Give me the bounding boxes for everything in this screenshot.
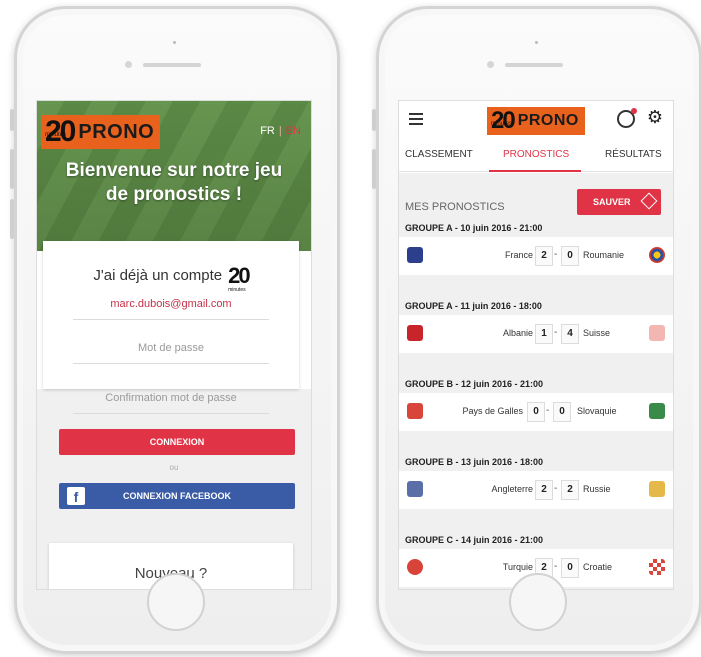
tab-pronostics[interactable]: PRONOSTICS: [503, 149, 569, 160]
mini-brand-logo: 20 minutes: [228, 263, 251, 293]
predictions-list: MES PRONOSTICS SAUVER GROUPE A - 10 juin…: [399, 173, 673, 589]
or-separator: ou: [169, 463, 179, 472]
home-button: [509, 573, 567, 631]
save-button-label: SAUVER: [593, 197, 631, 207]
away-team: Croatie: [583, 562, 613, 572]
login-card-title-text: J'ai déjà un compte: [93, 266, 223, 284]
away-score-input[interactable]: 0: [561, 558, 579, 578]
login-button[interactable]: CONNEXION: [59, 429, 295, 455]
croatia-flag-icon: [649, 559, 665, 575]
facebook-button-label: CONNEXION FACEBOOK: [122, 491, 231, 501]
match-row: Pays de Galles 0 - 0 Slovaquie: [399, 393, 673, 431]
romania-flag-icon: [649, 247, 665, 263]
switzerland-flag-icon: [649, 325, 665, 341]
volume-up-button: [372, 149, 376, 189]
away-team: Roumanie: [583, 250, 625, 260]
password-field[interactable]: Mot de passe: [73, 333, 269, 364]
home-team: Turquie: [502, 562, 533, 572]
match-group-header: GROUPE B - 13 juin 2016 - 18:00: [405, 457, 544, 467]
england-flag-icon: [407, 481, 423, 497]
brand-logo: 20 minutes PRONO: [41, 115, 161, 149]
welcome-heading: Bienvenue sur notre jeu de pronostics !: [65, 160, 283, 205]
predictions-screen: 20 minutes PRONO ⚙ CLASSEMENT PRONOSTICS …: [399, 101, 673, 589]
home-team: Albanie: [502, 328, 533, 338]
tab-bar: CLASSEMENT PRONOSTICS RÉSULTATS: [399, 141, 673, 172]
brand-logo: 20 minutes PRONO: [487, 107, 585, 135]
notification-badge: [631, 108, 637, 114]
away-team: Slovaquie: [577, 406, 617, 416]
logo-prono: PRONO: [517, 112, 579, 129]
front-camera: [535, 41, 538, 44]
email-field[interactable]: marc.dubois@gmail.com: [73, 289, 269, 320]
lang-en-link[interactable]: EN: [286, 125, 301, 137]
phone-right: 20 minutes PRONO ⚙ CLASSEMENT PRONOSTICS …: [372, 6, 701, 654]
login-card: J'ai déjà un compte 20 minutes marc.dubois…: [43, 241, 299, 389]
save-button[interactable]: SAUVER: [577, 189, 661, 215]
home-score-input[interactable]: 2: [535, 480, 553, 500]
menu-icon[interactable]: [409, 113, 423, 125]
gear-icon[interactable]: ⚙: [647, 107, 663, 128]
albania-flag-icon: [407, 325, 423, 341]
earpiece-speaker: [505, 63, 563, 67]
away-score-input[interactable]: 0: [561, 246, 579, 266]
lang-separator: |: [278, 125, 282, 137]
home-score-input[interactable]: 2: [535, 246, 553, 266]
earpiece-speaker: [143, 63, 201, 67]
facebook-login-button[interactable]: f CONNEXION FACEBOOK: [59, 483, 295, 509]
active-tab-indicator: [489, 170, 581, 172]
confirm-password-field[interactable]: Confirmation mot de passe: [73, 383, 269, 414]
match-group-header: GROUPE B - 12 juin 2016 - 21:00: [405, 379, 544, 389]
match-group-header: GROUPE C - 14 juin 2016 - 21:00: [405, 535, 544, 545]
match-row: Albanie 1 - 4 Suisse: [399, 315, 673, 353]
home-score-input[interactable]: 1: [535, 324, 553, 344]
hero-banner: 20 minutes PRONO FR | EN Bienvenue sur notr…: [37, 101, 311, 251]
home-team: France: [504, 250, 533, 260]
away-score-input[interactable]: 2: [561, 480, 579, 500]
language-switch: FR | EN: [260, 125, 301, 137]
france-flag-icon: [407, 247, 423, 263]
mute-switch: [372, 109, 376, 131]
volume-down-button: [10, 199, 14, 239]
home-score-input[interactable]: 0: [527, 402, 545, 422]
tab-resultats[interactable]: RÉSULTATS: [605, 149, 662, 160]
mute-switch: [10, 109, 14, 131]
away-score-input[interactable]: 4: [561, 324, 579, 344]
section-title: MES PRONOSTICS: [405, 201, 505, 213]
front-camera: [173, 41, 176, 44]
wales-flag-icon: [407, 403, 423, 419]
match-group-header: GROUPE A - 11 juin 2016 - 18:00: [405, 301, 542, 311]
match-row: Angleterre 2 - 2 Russie: [399, 471, 673, 509]
home-team: Angleterre: [491, 484, 533, 494]
logo-minutes: minutes: [45, 132, 67, 138]
match-group-header: GROUPE A - 10 juin 2016 - 21:00: [405, 223, 543, 233]
home-button: [147, 573, 205, 631]
login-screen: 20 minutes PRONO FR | EN Bienvenue sur notr…: [37, 101, 311, 589]
match-row: France 2 - 0 Roumanie: [399, 237, 673, 275]
top-app-bar: 20 minutes PRONO ⚙: [399, 101, 673, 137]
login-card-title: J'ai déjà un compte 20 minutes: [43, 263, 299, 293]
away-team: Suisse: [583, 328, 611, 338]
logo-prono: PRONO: [78, 120, 155, 143]
turkey-flag-icon: [407, 559, 423, 575]
notifications-icon[interactable]: [617, 108, 637, 128]
away-team: Russie: [583, 484, 611, 494]
slovakia-flag-icon: [649, 403, 665, 419]
home-team: Pays de Galles: [462, 406, 523, 416]
tab-classement[interactable]: CLASSEMENT: [405, 149, 473, 160]
proximity-sensor: [487, 61, 494, 68]
russia-flag-icon: [649, 481, 665, 497]
away-score-input[interactable]: 0: [553, 402, 571, 422]
phone-left: 20 minutes PRONO FR | EN Bienvenue sur notr…: [10, 6, 340, 654]
logo-minutes: minutes: [491, 121, 513, 127]
proximity-sensor: [125, 61, 132, 68]
edit-icon: [640, 192, 658, 210]
lang-fr-link[interactable]: FR: [260, 125, 275, 137]
volume-up-button: [10, 149, 14, 189]
